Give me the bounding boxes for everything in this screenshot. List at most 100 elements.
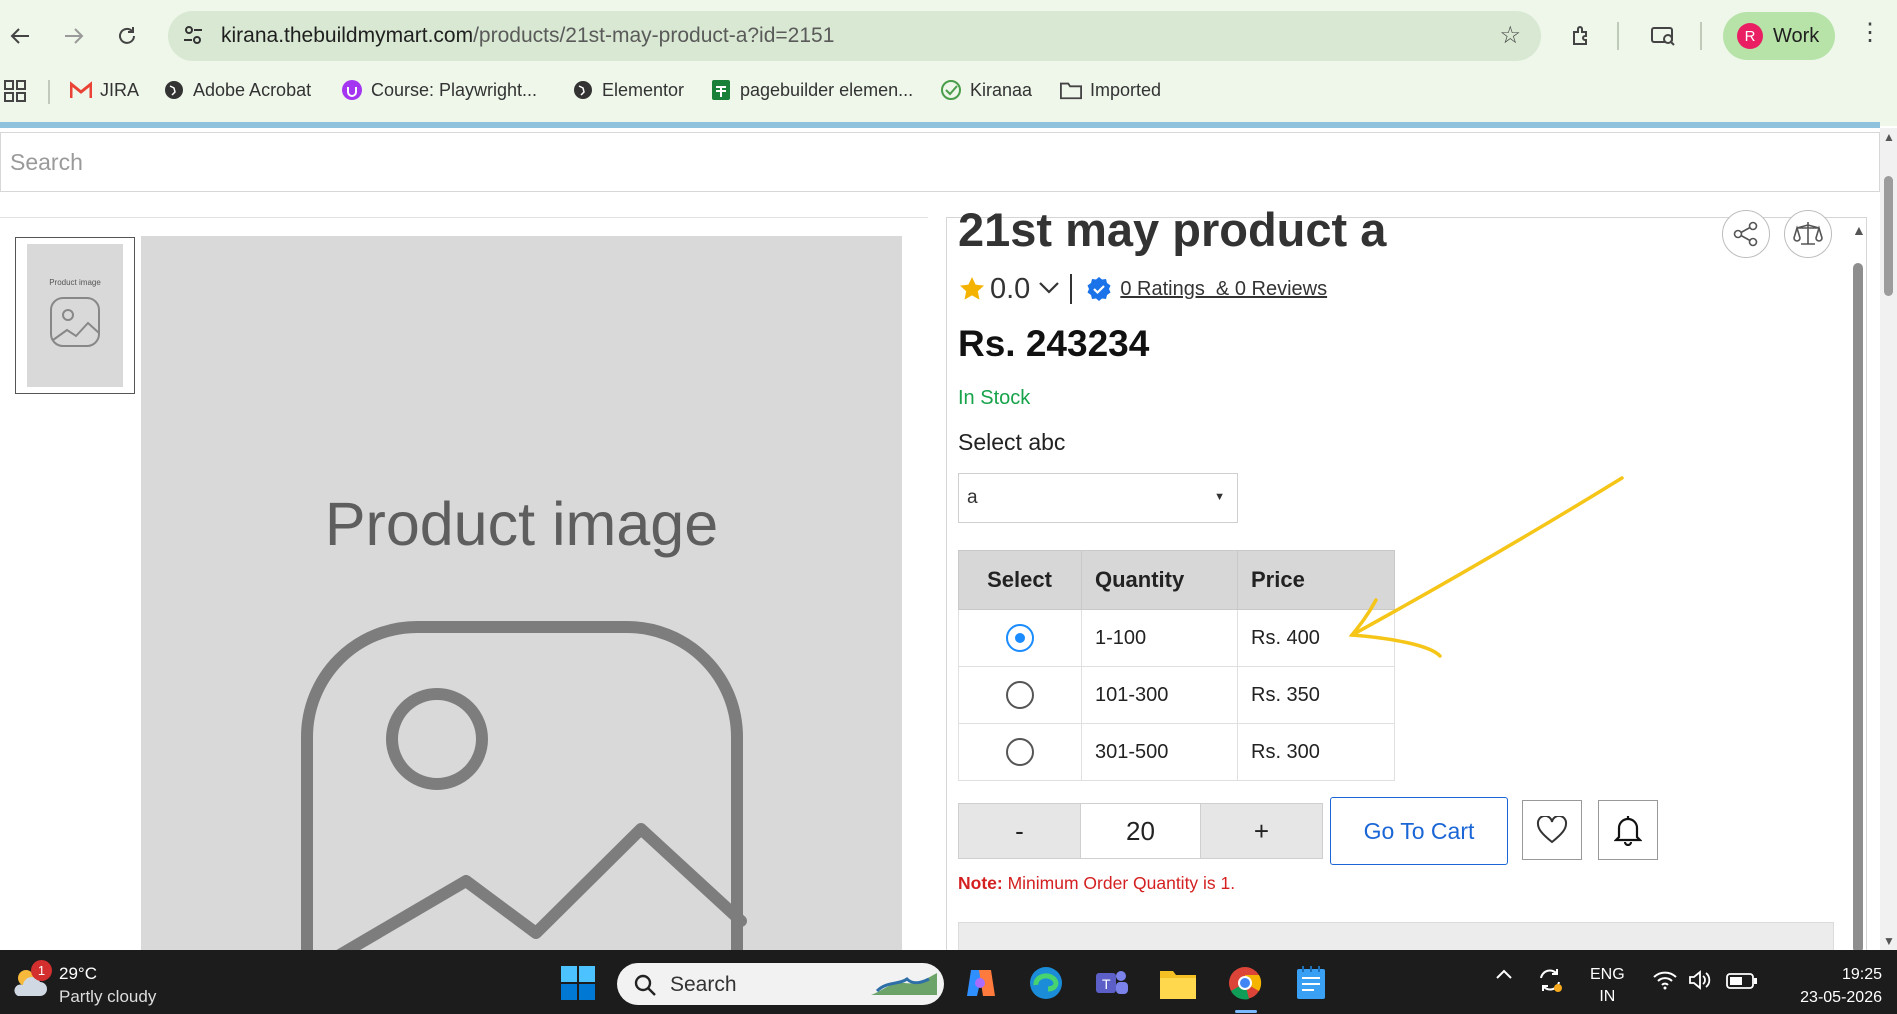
details-section (958, 922, 1834, 952)
region-code: IN (1599, 988, 1616, 1005)
verified-badge-icon (1087, 277, 1111, 301)
table-row[interactable]: 1-100 Rs. 400 (958, 609, 1395, 667)
globe-icon (572, 79, 594, 101)
forward-button[interactable] (56, 18, 92, 54)
site-settings-icon[interactable] (182, 24, 204, 51)
reload-button[interactable] (109, 18, 145, 54)
address-bar[interactable]: kirana.thebuildmymart.com/products/21st-… (168, 11, 1541, 61)
active-app-indicator (1235, 1010, 1257, 1013)
temperature[interactable]: 29°C (59, 964, 97, 984)
taskbar-search[interactable]: Search (617, 963, 944, 1005)
scroll-up-arrow-icon[interactable]: ▲ (1883, 130, 1895, 144)
wifi-icon[interactable] (1652, 970, 1678, 995)
tier-radio-cell[interactable] (958, 609, 1082, 667)
course-icon (341, 79, 363, 101)
main-product-image[interactable]: Product image (141, 236, 902, 950)
bookmarks-divider (48, 80, 50, 104)
tier-price: Rs. 350 (1237, 666, 1395, 724)
start-button[interactable] (557, 962, 599, 1004)
browser-menu-icon[interactable]: ⋮ (1858, 18, 1882, 47)
tier-radio-1-100[interactable] (1005, 624, 1034, 652)
bookmark-jira[interactable]: JIRA (70, 79, 139, 101)
search-highlight-icon (871, 973, 937, 995)
show-hidden-icons-icon[interactable] (1495, 964, 1513, 985)
column-header-quantity: Quantity (1081, 550, 1238, 610)
bookmark-course-playwright[interactable]: Course: Playwright... (341, 79, 537, 101)
compare-button[interactable] (1784, 210, 1832, 258)
weather-badge: 1 (31, 960, 52, 981)
weather-description[interactable]: Partly cloudy (59, 987, 156, 1007)
folder-icon (1160, 971, 1196, 999)
edge-app[interactable] (1025, 962, 1067, 1004)
notify-button[interactable] (1598, 800, 1658, 860)
quantity-input[interactable]: 20 (1080, 804, 1202, 858)
min-order-note: Note: Minimum Order Quantity is 1. (958, 873, 1235, 894)
note-prefix: Note: (958, 873, 1003, 893)
bookmark-star-icon[interactable]: ☆ (1499, 21, 1521, 50)
svg-text:T: T (1102, 976, 1111, 992)
bookmark-imported[interactable]: Imported (1060, 79, 1161, 101)
bookmark-label: Course: Playwright... (371, 79, 538, 100)
notepad-icon (1297, 966, 1325, 999)
tier-radio-cell[interactable] (958, 723, 1082, 781)
sync-icon[interactable] (1536, 966, 1564, 999)
page-scrollbar[interactable]: ▲ ▼ (1880, 128, 1897, 950)
tier-quantity: 101-300 (1081, 666, 1238, 724)
tier-radio-301-500[interactable] (1005, 738, 1034, 766)
bookmark-kiranaa[interactable]: Kiranaa (940, 79, 1032, 101)
wishlist-button[interactable] (1522, 800, 1582, 860)
bookmark-label: Kiranaa (970, 79, 1033, 100)
edge-icon (1030, 967, 1062, 999)
table-row[interactable]: 101-300 Rs. 350 (958, 666, 1395, 724)
scroll-down-arrow-icon[interactable]: ▼ (1883, 934, 1895, 948)
chrome-app[interactable] (1224, 962, 1266, 1004)
copilot-app[interactable] (959, 962, 1001, 1004)
bookmark-pagebuilder[interactable]: pagebuilder elemen... (710, 79, 913, 101)
quantity-decrement-button[interactable]: - (959, 804, 1080, 858)
search-input[interactable] (1, 133, 1879, 191)
go-to-cart-button[interactable]: Go To Cart (1330, 797, 1508, 865)
ratings-reviews-link[interactable]: 0 Ratings & 0 Reviews (1120, 278, 1327, 301)
scrollbar-thumb[interactable] (1884, 176, 1893, 296)
gallery-thumbnail[interactable]: Product image (15, 237, 135, 394)
battery-icon[interactable] (1726, 972, 1758, 995)
site-search (0, 132, 1880, 192)
file-explorer-app[interactable] (1157, 962, 1199, 1004)
language-code: ENG (1590, 966, 1625, 983)
scroll-up-arrow-icon[interactable]: ▲ (1852, 222, 1866, 238)
back-arrow-icon (10, 28, 29, 44)
rating-value: 0.0 (990, 272, 1031, 305)
input-language[interactable]: ENG IN (1590, 964, 1625, 1008)
cast-search-icon[interactable] (1645, 18, 1681, 54)
back-button[interactable] (2, 18, 38, 54)
scrollbar-thumb[interactable] (1853, 263, 1863, 953)
table-row[interactable]: 301-500 Rs. 300 (958, 723, 1395, 781)
star-icon (960, 277, 984, 300)
page-top-accent (0, 122, 1880, 128)
toolbar-divider (1700, 22, 1702, 50)
details-scrollbar[interactable]: ▲ (1852, 218, 1866, 953)
url-text[interactable]: kirana.thebuildmymart.com/products/21st-… (221, 24, 834, 48)
tier-radio-101-300[interactable] (1005, 681, 1034, 709)
system-clock[interactable]: 19:25 23-05-2026 (1772, 963, 1882, 1009)
tier-radio-cell[interactable] (958, 666, 1082, 724)
extensions-icon[interactable] (1564, 18, 1600, 54)
profile-label: Work (1773, 24, 1820, 47)
quantity-increment-button[interactable]: + (1201, 804, 1323, 858)
bookmark-adobe-acrobat[interactable]: Adobe Acrobat (163, 79, 311, 101)
profile-button[interactable]: R Work (1723, 12, 1835, 60)
volume-icon[interactable] (1688, 970, 1712, 995)
bookmark-elementor[interactable]: Elementor (572, 79, 684, 101)
rating-divider (1070, 274, 1073, 304)
variant-label: Select abc (958, 429, 1066, 455)
windows-logo-icon (561, 966, 595, 1000)
share-icon (1733, 221, 1758, 247)
notepad-app[interactable] (1290, 962, 1332, 1004)
chevron-down-icon[interactable] (1038, 278, 1060, 301)
apps-grid-icon[interactable] (4, 80, 26, 108)
taskbar-search-label: Search (670, 973, 737, 996)
share-button[interactable] (1722, 210, 1770, 258)
variant-select[interactable]: a ▼ (958, 473, 1238, 523)
teams-app[interactable]: T (1091, 962, 1133, 1004)
column-header-select: Select (958, 550, 1082, 610)
